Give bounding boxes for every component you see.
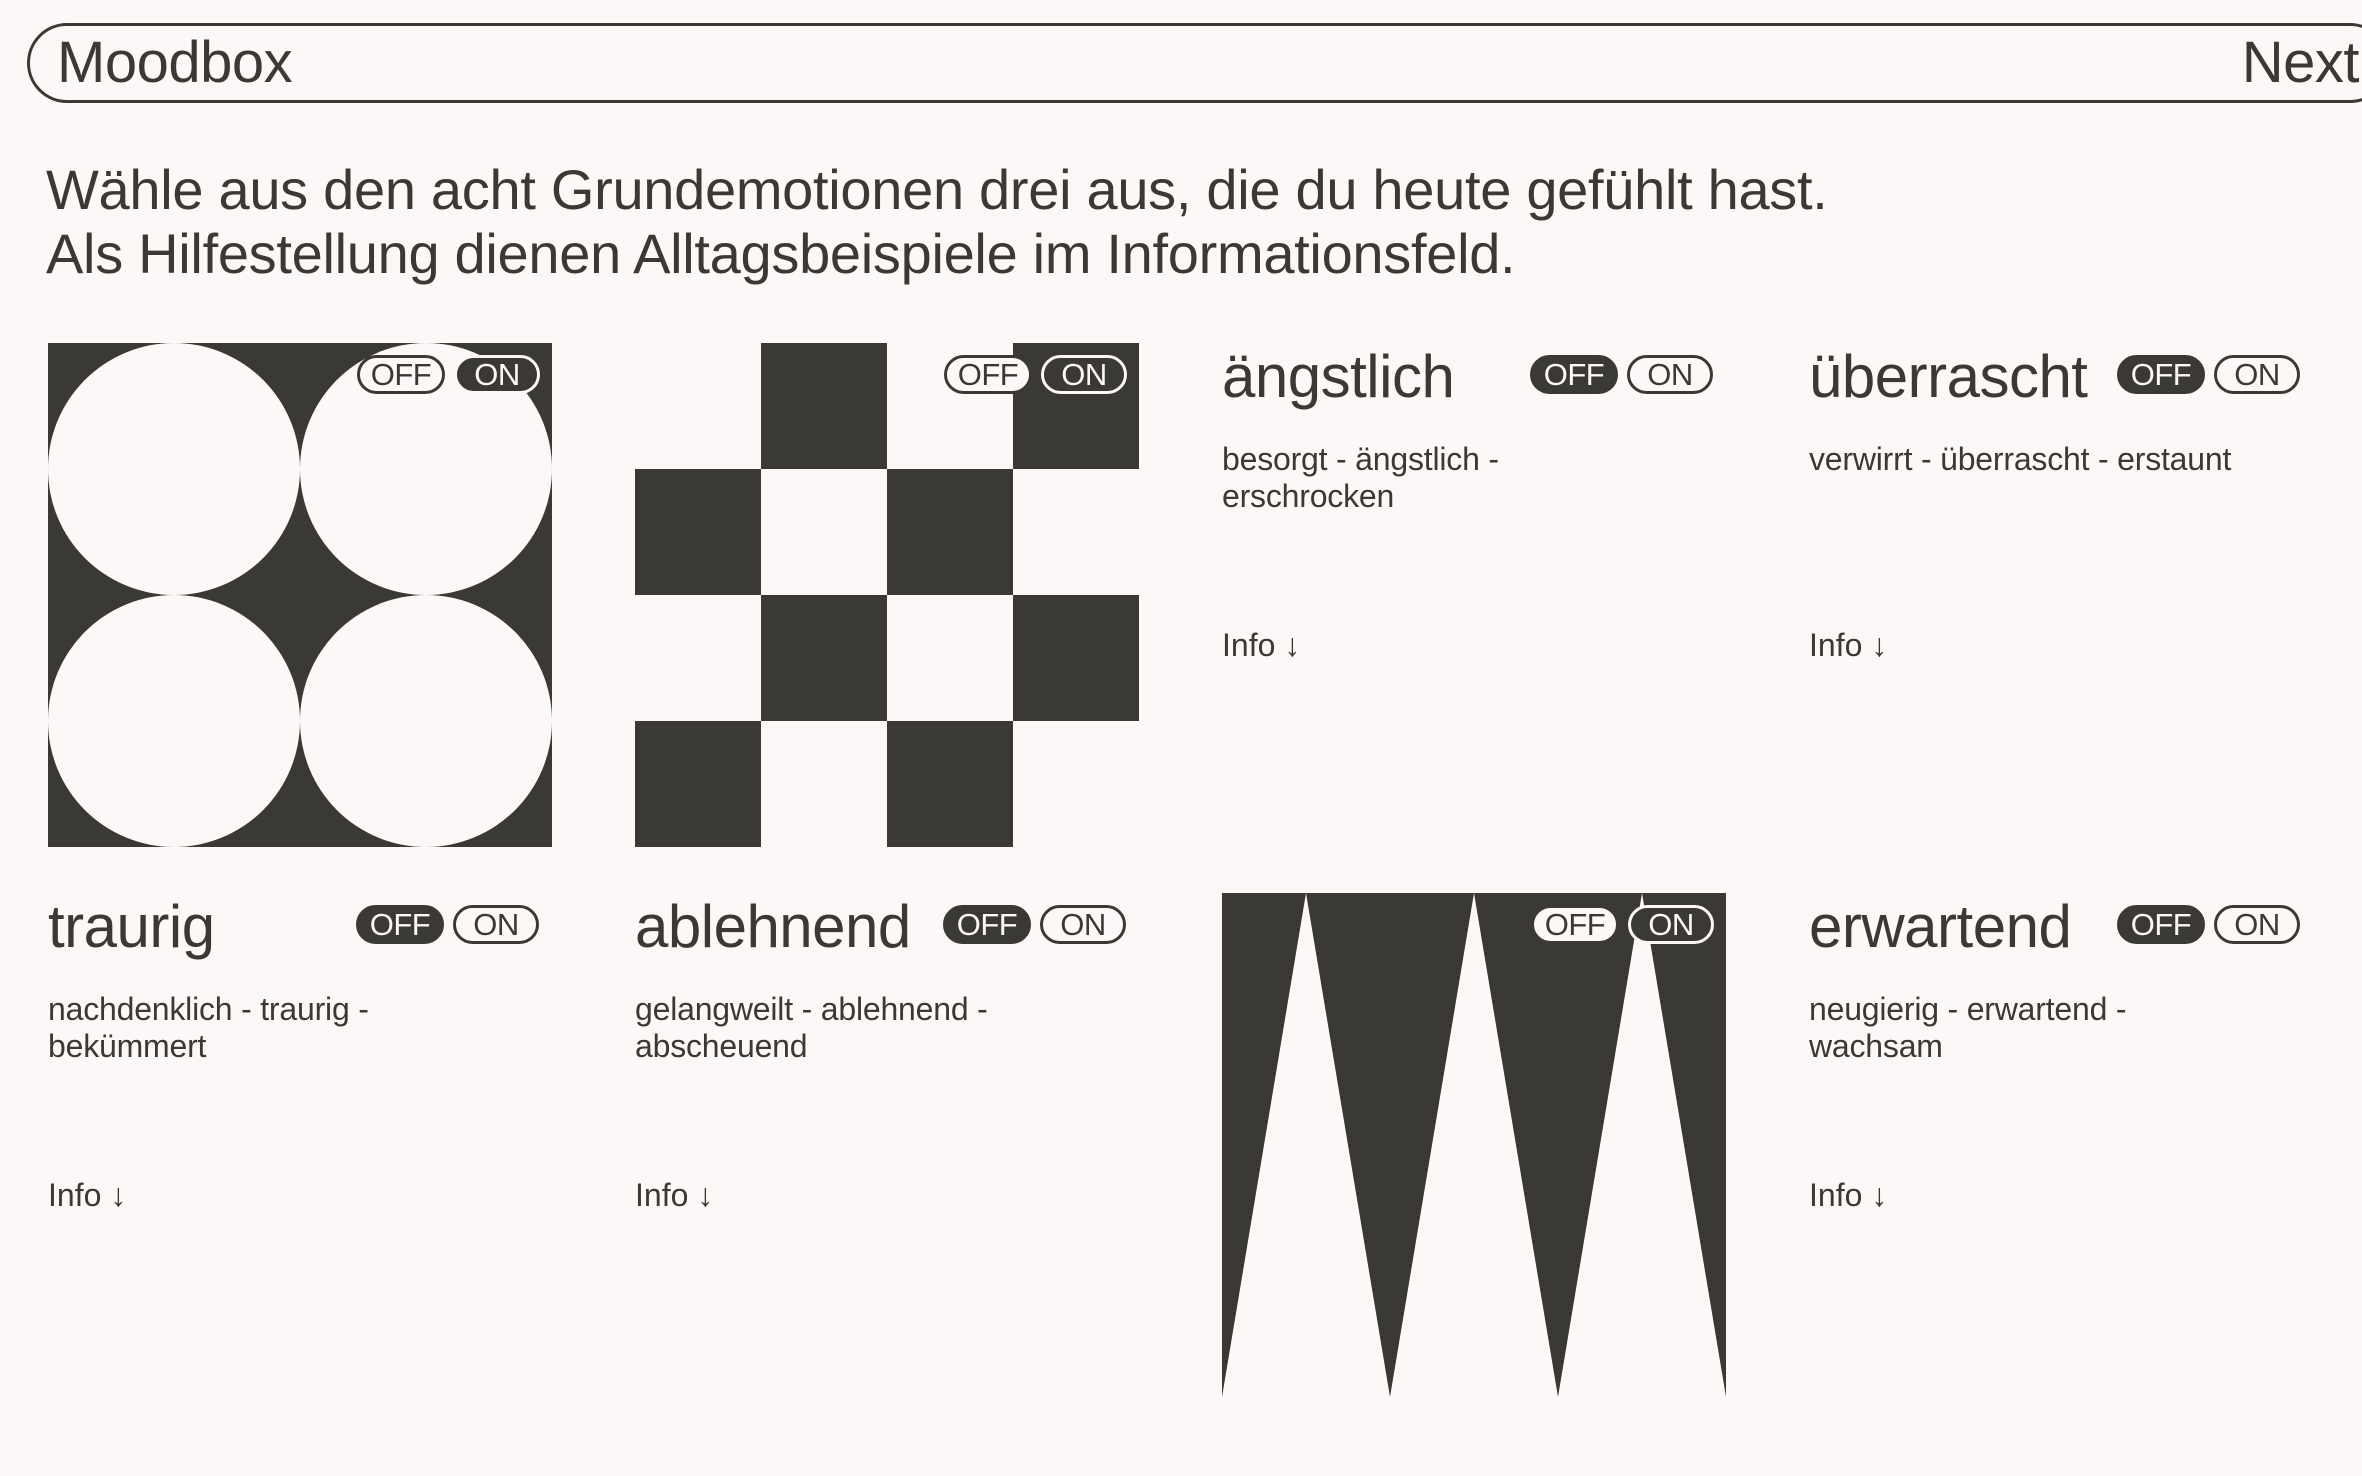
app-title: Moodbox	[57, 30, 293, 95]
on-off-toggle[interactable]: OFF ON	[1530, 355, 1713, 394]
spikes-pattern-tile[interactable]	[1222, 893, 1726, 1397]
on-off-toggle[interactable]: OFF ON	[2117, 905, 2300, 944]
emotion-card-aengstlich: ängstlich OFF ON besorgt - ängstlich - e…	[1222, 343, 1726, 847]
on-off-toggle[interactable]: OFF ON	[356, 905, 539, 944]
info-toggle-link[interactable]: Info ↓	[48, 1177, 126, 1213]
toggle-on-button[interactable]: ON	[453, 905, 539, 944]
on-off-toggle[interactable]: OFF ON	[943, 905, 1126, 944]
on-off-toggle[interactable]: OFF ON	[1531, 905, 1714, 944]
toggle-on-button[interactable]: ON	[1040, 905, 1126, 944]
on-off-toggle[interactable]: OFF ON	[944, 355, 1127, 394]
emotion-description: gelangweilt - ablehnend - abscheuend	[635, 991, 988, 1064]
pattern-circle	[48, 595, 300, 847]
toggle-off-button[interactable]: OFF	[2117, 905, 2205, 944]
emotion-card-erwartend: erwartend OFF ON neugierig - erwartend -…	[1809, 893, 2313, 1397]
emotion-description: besorgt - ängstlich - erschrocken	[1222, 441, 1499, 514]
emotion-card-pattern-checker[interactable]: OFF ON	[635, 343, 1139, 847]
emotion-description: neugierig - erwartend - wachsam	[1809, 991, 2127, 1064]
emotion-title: überrascht	[1809, 343, 2088, 410]
instructions-line-1: Wähle aus den acht Grundemotionen drei a…	[46, 158, 1828, 221]
spikes-pattern	[1222, 893, 1726, 1397]
checker-square	[1013, 595, 1139, 721]
checker-square	[761, 595, 887, 721]
instructions-line-2: Als Hilfestellung dienen Alltagsbeispiel…	[46, 222, 1516, 285]
info-toggle-link[interactable]: Info ↓	[1809, 627, 1887, 663]
emotion-title: traurig	[48, 893, 215, 960]
emotion-card-pattern-circles[interactable]: OFF ON	[48, 343, 552, 847]
emotion-title: ablehnend	[635, 893, 911, 960]
toggle-on-button[interactable]: ON	[2214, 905, 2300, 944]
toggle-off-button[interactable]: OFF	[1531, 905, 1619, 944]
emotion-description: verwirrt - überrascht - erstaunt	[1809, 441, 2232, 477]
on-off-toggle[interactable]: OFF ON	[2117, 355, 2300, 394]
toggle-on-button[interactable]: ON	[454, 355, 540, 394]
pattern-circle	[48, 343, 300, 595]
checker-square	[635, 721, 761, 847]
info-toggle-link[interactable]: Info ↓	[1222, 627, 1300, 663]
toggle-on-button[interactable]: ON	[1627, 355, 1713, 394]
toggle-on-button[interactable]: ON	[2214, 355, 2300, 394]
checker-square	[887, 721, 1013, 847]
info-toggle-link[interactable]: Info ↓	[635, 1177, 713, 1213]
toggle-off-button[interactable]: OFF	[357, 355, 445, 394]
toggle-off-button[interactable]: OFF	[944, 355, 1032, 394]
on-off-toggle[interactable]: OFF ON	[357, 355, 540, 394]
checker-square	[761, 343, 887, 469]
toggle-off-button[interactable]: OFF	[2117, 355, 2205, 394]
toggle-on-button[interactable]: ON	[1041, 355, 1127, 394]
checker-pattern	[635, 343, 1139, 847]
toggle-off-button[interactable]: OFF	[943, 905, 1031, 944]
circles-pattern	[48, 343, 552, 847]
circles-pattern-tile[interactable]	[48, 343, 552, 847]
emotion-card-ueberrascht: überrascht OFF ON verwirrt - überrascht …	[1809, 343, 2313, 847]
emotion-card-ablehnend: ablehnend OFF ON gelangweilt - ablehnend…	[635, 893, 1139, 1397]
emotion-title: ängstlich	[1222, 343, 1455, 410]
instructions: Wähle aus den acht Grundemotionen drei a…	[46, 158, 1828, 286]
toggle-off-button[interactable]: OFF	[1530, 355, 1618, 394]
next-button[interactable]: Next	[2242, 34, 2360, 92]
emotion-description: nachdenklich - traurig - bekümmert	[48, 991, 369, 1064]
checker-square	[635, 469, 761, 595]
toggle-off-button[interactable]: OFF	[356, 905, 444, 944]
checker-pattern-tile[interactable]	[635, 343, 1139, 847]
pattern-circle	[300, 595, 552, 847]
emotion-title: erwartend	[1809, 893, 2072, 960]
emotion-card-pattern-spikes[interactable]: OFF ON	[1222, 893, 1726, 1397]
top-bar: Moodbox Next	[27, 23, 2362, 103]
toggle-on-button[interactable]: ON	[1628, 905, 1714, 944]
checker-square	[887, 469, 1013, 595]
info-toggle-link[interactable]: Info ↓	[1809, 1177, 1887, 1213]
emotion-card-traurig: traurig OFF ON nachdenklich - traurig - …	[48, 893, 552, 1397]
